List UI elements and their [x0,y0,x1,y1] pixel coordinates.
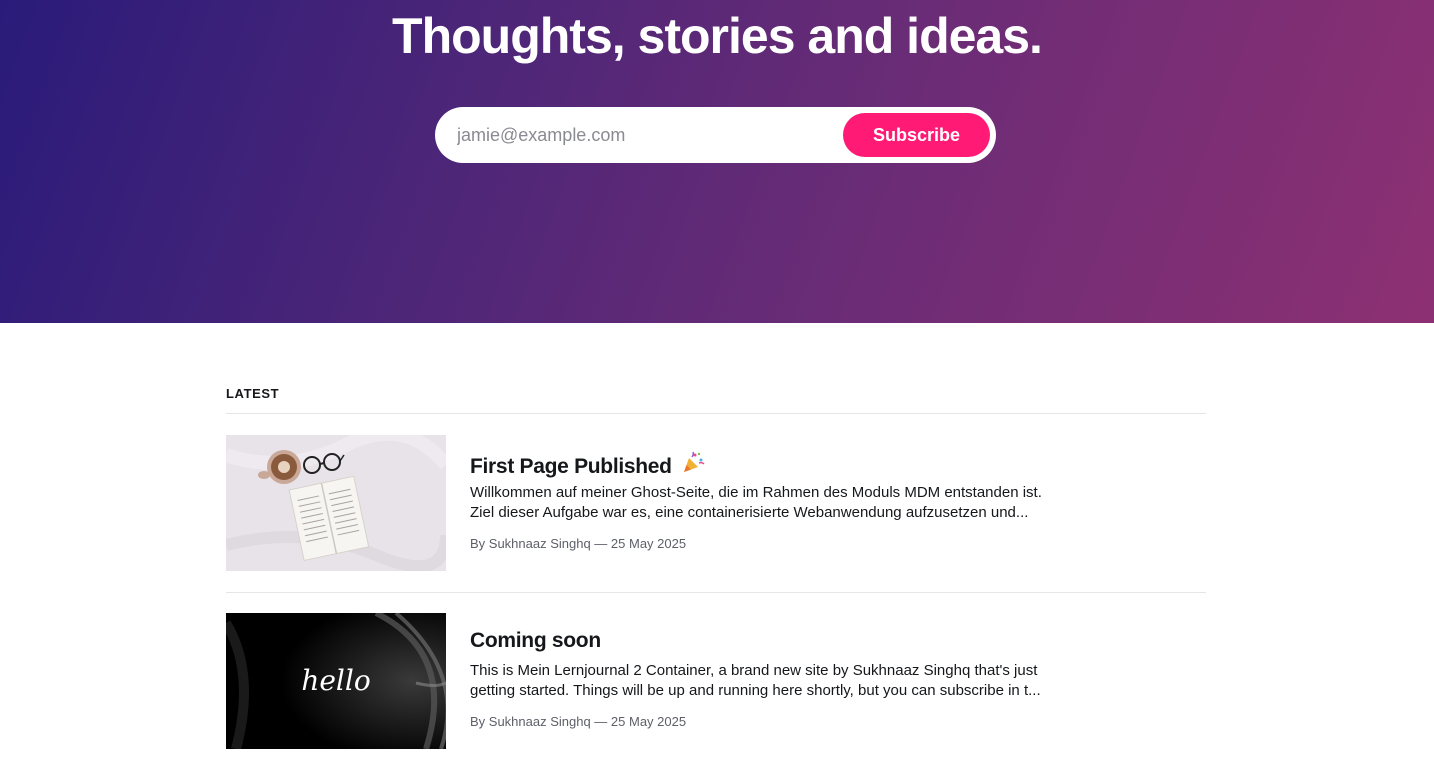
subscribe-button[interactable]: Subscribe [843,113,990,157]
post-excerpt: This is Mein Lernjournal 2 Container, a … [470,661,1070,701]
post-title[interactable]: Coming soon [470,629,601,653]
post-title-text[interactable]: First Page Published [470,455,672,478]
subscribe-form: Subscribe [435,107,996,163]
post-title[interactable]: First Page Published [470,451,705,481]
post-title-text[interactable]: Coming soon [470,629,601,652]
post-excerpt: Willkommen auf meiner Ghost-Seite, die i… [470,483,1070,523]
post-excerpt-line: This is Mein Lernjournal 2 Container, a … [470,662,1038,679]
post-excerpt-line: Ziel dieser Aufgabe war es, eine contain… [470,504,1029,521]
hero-section: Thoughts, stories and ideas. Subscribe [0,0,1434,323]
post-excerpt-line: getting started. Things will be up and r… [470,682,1041,699]
post-image-book[interactable] [226,435,446,571]
divider [226,413,1206,414]
post-card-coming-soon[interactable]: hello Coming soon This is Mein Lernjourn… [226,613,1206,749]
book-coffee-image [226,435,446,571]
email-input[interactable] [457,117,837,153]
hello-image: hello [226,613,446,749]
latest-section-label: LATEST [226,386,280,401]
post-meta: By Sukhnaaz Singhq — 25 May 2025 [470,714,687,729]
divider [226,592,1206,593]
post-image-hello[interactable]: hello [226,613,446,749]
hero-title: Thoughts, stories and ideas. [392,8,1043,64]
hello-image-text: hello [301,664,370,697]
post-excerpt-line: Willkommen auf meiner Ghost-Seite, die i… [470,484,1042,501]
post-meta: By Sukhnaaz Singhq — 25 May 2025 [470,536,687,551]
party-popper-icon [681,451,705,481]
post-card-first-page-published[interactable]: First Page Published Willkommen auf mein… [226,435,1206,571]
